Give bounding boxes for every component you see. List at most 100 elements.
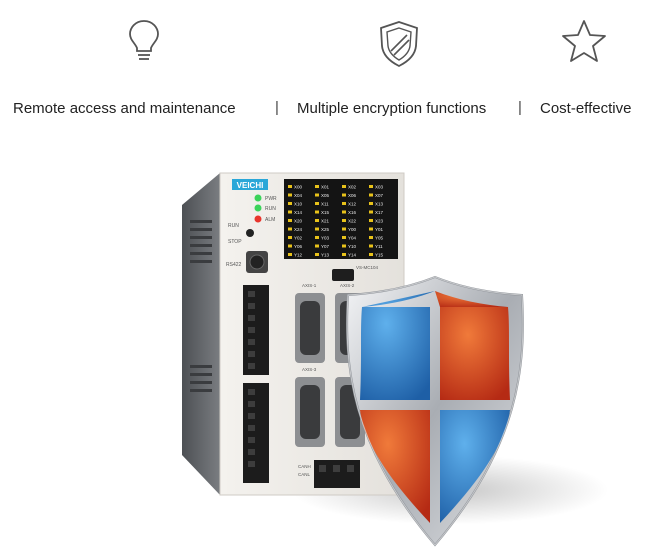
- separator: |: [518, 99, 522, 116]
- io-led: [288, 193, 292, 197]
- io-led-label: X02: [348, 185, 357, 190]
- port-label: RS422: [226, 262, 242, 268]
- io-led: [288, 210, 292, 214]
- io-led-label: X00: [294, 185, 303, 190]
- io-led-label: Y14: [348, 253, 357, 258]
- axis-label: AXIS-3: [302, 367, 317, 372]
- io-led: [342, 202, 346, 205]
- lightbulb-icon: [129, 20, 159, 60]
- io-led: [288, 202, 292, 205]
- io-led: [369, 210, 373, 214]
- security-shield: [346, 275, 524, 547]
- io-led-label: X03: [375, 185, 384, 190]
- io-led-label: Y05: [375, 236, 384, 241]
- io-led: [342, 193, 346, 197]
- io-led-label: Y02: [294, 236, 303, 241]
- switch-label: RUN: [228, 223, 239, 229]
- io-led: [315, 219, 319, 222]
- feature-label-remote-access: Remote access and maintenance: [13, 100, 236, 117]
- io-led: [342, 219, 346, 222]
- io-led: [315, 193, 319, 197]
- io-led: [342, 227, 346, 231]
- io-led: [342, 253, 346, 256]
- io-led-label: X01: [321, 185, 330, 190]
- io-led: [288, 236, 292, 239]
- axis-label: AXIS-2: [340, 283, 355, 288]
- product-illustration: VEICHI PWR RUN ALM RUN STOP RS422 X00 X01…: [182, 172, 524, 547]
- usb-port: [332, 269, 354, 281]
- io-led-label: Y00: [348, 227, 357, 232]
- model-label: VS-MC104: [356, 265, 379, 270]
- switch-label: STOP: [228, 239, 242, 245]
- io-led: [315, 185, 319, 188]
- led-label: PWR: [265, 196, 277, 202]
- run-stop-switch: [246, 229, 254, 237]
- io-led: [315, 244, 319, 248]
- io-led: [369, 244, 373, 248]
- io-led: [315, 210, 319, 214]
- io-led: [342, 236, 346, 239]
- separator: |: [275, 99, 279, 116]
- io-led-label: Y06: [294, 244, 303, 249]
- io-led: [315, 253, 319, 256]
- led-label: RUN: [265, 206, 276, 212]
- led-run: [254, 204, 262, 212]
- io-led-label: X22: [348, 219, 357, 224]
- io-led-label: X23: [375, 219, 384, 224]
- io-led-label: X17: [375, 210, 384, 215]
- io-led: [315, 236, 319, 239]
- io-led-label: X15: [321, 210, 330, 215]
- io-led: [342, 244, 346, 248]
- io-led: [369, 227, 373, 231]
- io-led-label: X04: [294, 193, 303, 198]
- io-led-label: X12: [348, 202, 357, 207]
- io-led-label: Y01: [375, 227, 384, 232]
- led-label: ALM: [265, 217, 275, 223]
- terminal-block-lower: [243, 383, 269, 483]
- io-led: [288, 219, 292, 222]
- io-led-label: Y12: [294, 253, 303, 258]
- io-led-label: X11: [321, 202, 329, 207]
- io-led-label: Y10: [348, 244, 357, 249]
- io-led-label: X13: [375, 202, 384, 207]
- io-led: [369, 253, 373, 256]
- can-terminal: [314, 460, 360, 488]
- io-led: [342, 185, 346, 188]
- led-pwr: [254, 194, 262, 202]
- can-label: CANH: [298, 464, 311, 469]
- feature-bar: Remote access and maintenance | Multiple…: [0, 98, 650, 122]
- io-led: [369, 202, 373, 205]
- can-label: CANL: [298, 472, 311, 477]
- feature-label-encryption: Multiple encryption functions: [297, 100, 487, 117]
- io-led: [315, 227, 319, 231]
- io-led: [369, 219, 373, 222]
- io-led-label: X25: [321, 227, 330, 232]
- io-led-label: X05: [321, 193, 330, 198]
- io-led: [342, 210, 346, 214]
- shield-icon: [380, 21, 418, 68]
- io-led: [288, 185, 292, 188]
- device-brand: VEICHI: [237, 181, 264, 190]
- terminal-block-upper: [243, 285, 269, 375]
- io-led: [369, 193, 373, 197]
- io-led-label: X16: [348, 210, 357, 215]
- io-led: [369, 236, 373, 239]
- axis-label: AXIS-1: [302, 283, 317, 288]
- io-led: [369, 185, 373, 188]
- io-led-label: Y11: [375, 244, 383, 249]
- io-led-label: X06: [348, 193, 357, 198]
- io-led-label: Y03: [321, 236, 330, 241]
- io-led-label: X10: [294, 202, 303, 207]
- io-led: [288, 253, 292, 256]
- io-led-label: Y15: [375, 253, 384, 258]
- led-alm: [254, 215, 262, 223]
- io-led-label: X07: [375, 193, 384, 198]
- io-led-label: Y13: [321, 253, 330, 258]
- io-led: [288, 244, 292, 248]
- io-led-label: X24: [294, 227, 303, 232]
- io-led-label: X21: [321, 219, 330, 224]
- star-icon: [562, 20, 606, 62]
- io-led: [315, 202, 319, 205]
- rs422-port: [249, 254, 265, 270]
- io-led: [288, 227, 292, 231]
